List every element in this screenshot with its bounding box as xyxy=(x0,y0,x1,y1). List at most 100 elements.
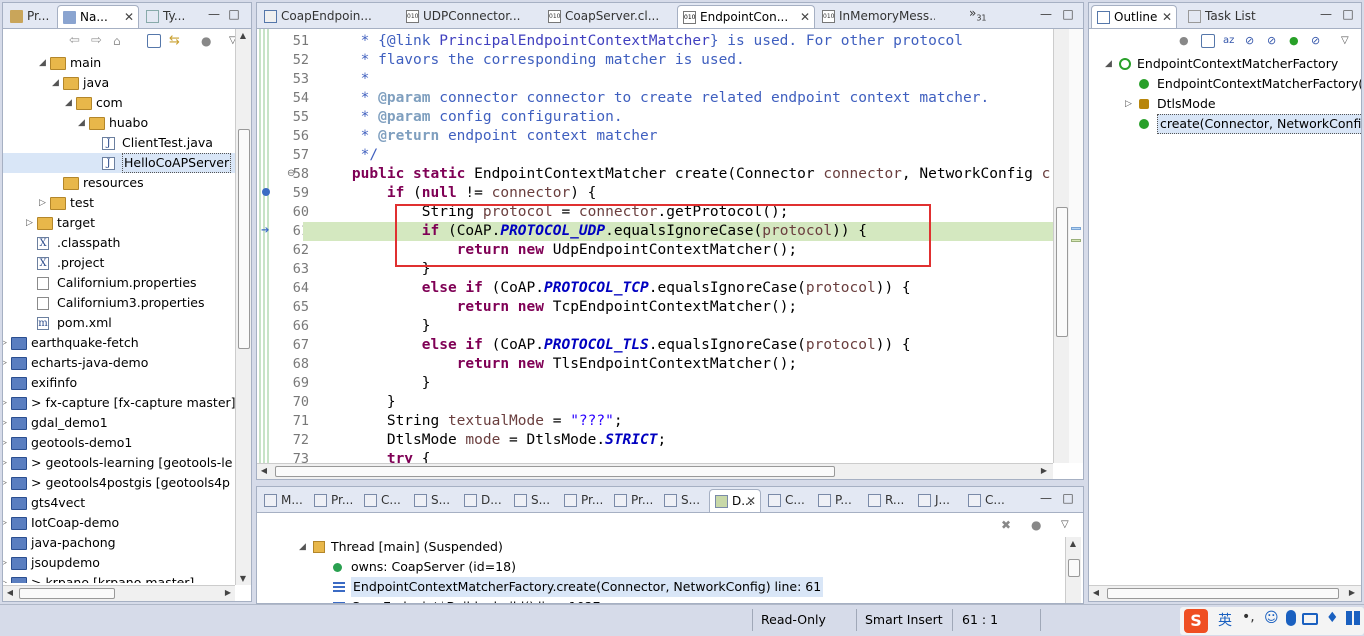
explorer-tree-item[interactable]: java-pachong xyxy=(3,533,235,553)
twisty-collapsed-icon[interactable]: ▷ xyxy=(26,213,36,233)
scroll-right-icon[interactable]: ▶ xyxy=(221,588,235,597)
focus-icon[interactable]: ● xyxy=(1179,34,1193,48)
twisty-collapsed-icon[interactable]: ▷ xyxy=(3,453,10,473)
twisty-collapsed-icon[interactable]: ▷ xyxy=(3,473,10,493)
editor-tab[interactable]: 010 InMemoryMess... xyxy=(817,5,935,28)
remove-terminated-icon[interactable]: ✖ xyxy=(1001,518,1015,532)
home-icon[interactable]: ⌂ xyxy=(113,34,127,48)
outline-horizontal-scrollbar[interactable]: ◀ ▶ xyxy=(1089,585,1361,601)
close-icon[interactable]: ✕ xyxy=(124,6,134,28)
hide-fields-icon[interactable]: ⊘ xyxy=(1245,34,1259,48)
editor-vertical-scrollbar[interactable] xyxy=(1053,29,1069,463)
editor-tab[interactable]: 010 CoapServer.cl... xyxy=(543,5,675,28)
close-icon[interactable]: ✕ xyxy=(1162,6,1172,28)
minimize-icon[interactable]: — xyxy=(1039,8,1053,22)
breakpoint-icon[interactable] xyxy=(262,188,270,196)
code-area[interactable]: 51 52 53 54 55 56 57 58 59 60 61 62 63 64 65 66 67 68 69 70… xyxy=(257,29,1053,463)
close-icon[interactable]: ✕ xyxy=(746,490,756,512)
twisty-expanded-icon[interactable]: ◢ xyxy=(65,93,75,113)
twisty-expanded-icon[interactable]: ◢ xyxy=(52,73,62,93)
view-menu-icon[interactable]: ▽ xyxy=(1341,34,1355,48)
debug-view-tab[interactable]: C... xyxy=(763,489,811,512)
view-menu-icon[interactable]: ▽ xyxy=(1061,518,1075,532)
explorer-tree-item[interactable]: ◢ java xyxy=(3,73,235,93)
explorer-tree-item[interactable]: ▷ test xyxy=(3,193,235,213)
twisty-expanded-icon[interactable]: ◢ xyxy=(1105,54,1115,74)
tab-task-list[interactable]: Task List xyxy=(1183,5,1263,28)
twisty-collapsed-icon[interactable]: ▷ xyxy=(3,553,10,573)
debug-view-tab[interactable]: Pr... xyxy=(559,489,607,512)
editor-tab[interactable]: 010 EndpointCon... ✕ xyxy=(677,5,815,28)
editor-tab[interactable]: CoapEndpoin... xyxy=(259,5,399,28)
debug-view-tab[interactable]: D... xyxy=(459,489,507,512)
explorer-tree-item[interactable]: ▷ geotools-demo1 xyxy=(3,433,235,453)
debug-view-tab[interactable]: C... xyxy=(963,489,1011,512)
explorer-tree-item[interactable]: ▷ earthquake-fetch xyxy=(3,333,235,353)
scrollbar-thumb[interactable] xyxy=(238,129,250,349)
maximize-icon[interactable]: □ xyxy=(227,8,241,22)
editor-horizontal-scrollbar[interactable]: ◀ ▶ xyxy=(257,463,1053,479)
explorer-tree-item[interactable]: ▷ jsoupdemo xyxy=(3,553,235,573)
debug-view-tab[interactable]: Pr... xyxy=(309,489,357,512)
scroll-left-icon[interactable]: ◀ xyxy=(257,466,271,475)
debug-view-tab[interactable]: P... xyxy=(813,489,861,512)
explorer-tree-item[interactable]: ◢ com xyxy=(3,93,235,113)
debug-view-tab[interactable]: S... xyxy=(659,489,707,512)
sogou-logo-icon[interactable]: S xyxy=(1184,609,1208,633)
scroll-up-icon[interactable]: ▲ xyxy=(1066,539,1080,548)
explorer-tree-item[interactable]: J HelloCoAPServer xyxy=(3,153,235,173)
outline-item[interactable]: EndpointContextMatcherFactory() xyxy=(1089,74,1361,94)
scrollbar-thumb[interactable] xyxy=(275,466,835,477)
link-with-editor-icon[interactable]: ⇆ xyxy=(169,34,183,48)
toolbox-icon[interactable] xyxy=(1346,611,1360,625)
forward-arrow-icon[interactable]: ⇨ xyxy=(91,34,105,48)
hide-local-types-icon[interactable]: ⊘ xyxy=(1311,34,1325,48)
microphone-icon[interactable] xyxy=(1286,610,1296,626)
explorer-tree-item[interactable]: Californium.properties xyxy=(3,273,235,293)
debug-view-tab[interactable]: D... ✕ xyxy=(709,489,761,512)
debug-tree-row[interactable]: CoapEndpoint$Builder.build() line: 1027 xyxy=(257,597,1065,603)
editor-tab[interactable]: 010 UDPConnector... xyxy=(401,5,541,28)
twisty-expanded-icon[interactable]: ◢ xyxy=(39,53,49,73)
twisty-collapsed-icon[interactable]: ▷ xyxy=(3,573,10,583)
skip-breakpoints-icon[interactable]: ● xyxy=(1031,518,1045,532)
minimize-icon[interactable]: — xyxy=(1039,492,1053,506)
scrollbar-thumb[interactable] xyxy=(1107,588,1339,599)
debug-view-tab[interactable]: R... xyxy=(863,489,911,512)
tab-overflow-icon[interactable]: »31 xyxy=(969,6,987,22)
debug-view-tab[interactable]: J... xyxy=(913,489,961,512)
skin-icon[interactable]: ♦ xyxy=(1326,610,1339,626)
explorer-tree-item[interactable]: ▷ > krpano [krpano master] xyxy=(3,573,235,583)
sort-icon[interactable]: az xyxy=(1223,34,1237,48)
debug-view-tab[interactable]: Pr... xyxy=(609,489,657,512)
debug-vertical-scrollbar[interactable]: ▲ xyxy=(1065,537,1081,603)
minimize-icon[interactable]: — xyxy=(1319,8,1333,22)
maximize-icon[interactable]: □ xyxy=(1061,8,1075,22)
debug-tree-row[interactable]: owns: CoapServer (id=18) xyxy=(257,557,1065,577)
explorer-tree-item[interactable]: J ClientTest.java xyxy=(3,133,235,153)
collapse-icon[interactable] xyxy=(1201,34,1215,48)
explorer-tree-item[interactable]: ▷ echarts-java-demo xyxy=(3,353,235,373)
explorer-tree-item[interactable]: gts4vect xyxy=(3,493,235,513)
scroll-left-icon[interactable]: ◀ xyxy=(1089,588,1103,597)
twisty-collapsed-icon[interactable]: ▷ xyxy=(3,333,10,353)
back-arrow-icon[interactable]: ⇦ xyxy=(69,34,83,48)
twisty-expanded-icon[interactable]: ◢ xyxy=(299,537,309,557)
overview-marker[interactable] xyxy=(1071,239,1081,242)
tab-project-explorer[interactable]: Pr... xyxy=(5,5,53,28)
twisty-collapsed-icon[interactable]: ▷ xyxy=(3,513,10,533)
explorer-tree-item[interactable]: ▷ > geotools-learning [geotools-le xyxy=(3,453,235,473)
scrollbar-thumb[interactable] xyxy=(1068,559,1080,577)
debug-view-tab[interactable]: C... xyxy=(359,489,407,512)
debug-tree-row[interactable]: ◢ Thread [main] (Suspended) xyxy=(257,537,1065,557)
outline-item[interactable]: create(Connector, NetworkConfig) xyxy=(1089,114,1361,134)
debug-view-tab[interactable]: S... xyxy=(409,489,457,512)
explorer-tree-item[interactable]: X .classpath xyxy=(3,233,235,253)
collapse-all-icon[interactable] xyxy=(147,34,161,48)
emoji-icon[interactable]: ☺ xyxy=(1264,610,1279,626)
outline-item[interactable]: ▷ DtlsMode xyxy=(1089,94,1361,114)
explorer-vertical-scrollbar[interactable]: ▲ ▼ xyxy=(235,29,251,585)
explorer-tree-item[interactable]: Californium3.properties xyxy=(3,293,235,313)
twisty-collapsed-icon[interactable]: ▷ xyxy=(3,433,10,453)
explorer-tree-item[interactable]: m pom.xml xyxy=(3,313,235,333)
